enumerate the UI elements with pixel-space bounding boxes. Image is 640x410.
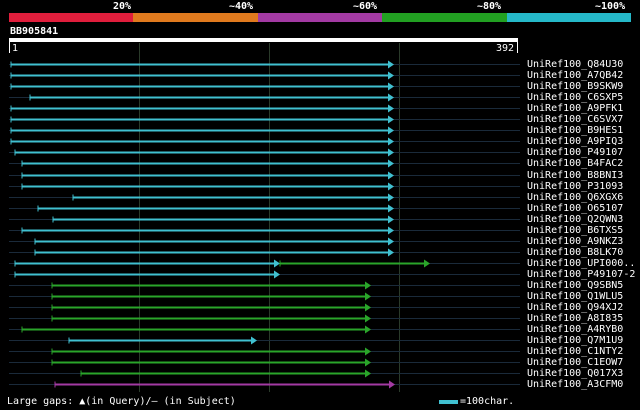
hit-end-arrow <box>388 148 394 157</box>
hit-alignment[interactable] <box>9 292 520 301</box>
hit-end-arrow <box>388 226 394 235</box>
hit-end-arrow <box>388 237 394 246</box>
hit-end-arrow <box>388 104 394 113</box>
hit-end-arrow <box>388 82 394 91</box>
hit-name-link[interactable]: UniRef100_Q94XJ2 <box>527 302 623 313</box>
hit-name-link[interactable]: UniRef100_Q7M1U9 <box>527 335 623 346</box>
hit-end-arrow <box>388 193 394 202</box>
hit-name-link[interactable]: UniRef100_Q017X3 <box>527 368 623 379</box>
hit-end-arrow <box>365 292 371 301</box>
hit-alignment[interactable] <box>9 204 520 213</box>
hit-alignment[interactable] <box>9 226 520 235</box>
hit-name-link[interactable]: UniRef100_Q9SBN5 <box>527 280 623 291</box>
hit-alignment[interactable] <box>9 171 520 180</box>
hit-end-arrow <box>365 314 371 323</box>
hit-name-link[interactable]: UniRef100_Q2QWN3 <box>527 214 623 225</box>
hit-end-arrow <box>388 126 394 135</box>
hit-alignment[interactable] <box>9 281 520 290</box>
scale-legend-text: =100char. <box>460 396 515 407</box>
hit-name-link[interactable]: UniRef100_C1NTY2 <box>527 346 623 357</box>
hit-alignment[interactable] <box>9 237 520 246</box>
hit-alignment[interactable] <box>9 93 520 102</box>
hit-name-link[interactable]: UniRef100_P49107-2 <box>527 269 635 280</box>
hit-name-link[interactable]: UniRef100_C1EOW7 <box>527 357 623 368</box>
scale-legend-bar <box>439 399 458 404</box>
hit-alignment[interactable] <box>9 347 520 356</box>
hit-end-arrow <box>388 215 394 224</box>
hit-end-arrow <box>365 358 371 367</box>
hit-end-arrow <box>251 336 257 345</box>
hit-name-link[interactable]: UniRef100_Q1WLU5 <box>527 291 623 302</box>
hit-alignment[interactable] <box>9 104 520 113</box>
hit-name-link[interactable]: UniRef100_A9NKZ3 <box>527 236 623 247</box>
hit-alignment[interactable] <box>9 126 520 135</box>
hit-list: UniRef100_Q84U30 UniRef100_A7QB42 UniRef10… <box>0 0 640 410</box>
hit-name-link[interactable]: UniRef100_O65107 <box>527 203 623 214</box>
hit-alignment[interactable] <box>9 60 520 69</box>
hit-name-link[interactable]: UniRef100_A3CFM0 <box>527 379 623 390</box>
hit-alignment[interactable] <box>9 380 520 389</box>
hit-name-link[interactable]: UniRef100_A8I835 <box>527 313 623 324</box>
hit-alignment[interactable] <box>9 336 520 345</box>
hit-alignment[interactable] <box>9 148 520 157</box>
hit-name-link[interactable]: UniRef100_B8LK70 <box>527 247 623 258</box>
hit-end-arrow <box>389 380 395 389</box>
hit-end-arrow <box>365 303 371 312</box>
hit-name-link[interactable]: UniRef100_B8BNI3 <box>527 170 623 181</box>
hit-end-arrow <box>365 347 371 356</box>
hit-end-arrow <box>274 270 280 279</box>
hit-name-link[interactable]: UniRef100_P31093 <box>527 181 623 192</box>
hit-end-arrow <box>365 281 371 290</box>
hit-alignment[interactable] <box>9 82 520 91</box>
hit-alignment[interactable] <box>9 71 520 80</box>
hit-alignment[interactable] <box>9 314 520 323</box>
hit-name-link[interactable]: UniRef100_Q6XGX6 <box>527 192 623 203</box>
hit-alignment[interactable] <box>9 215 520 224</box>
hit-end-arrow <box>388 115 394 124</box>
hit-name-link[interactable]: UniRef100_B6TXS5 <box>527 225 623 236</box>
hit-end-arrow <box>365 325 371 334</box>
hit-alignment[interactable] <box>9 259 520 268</box>
hit-name-link[interactable]: UniRef100_C6SVX7 <box>527 114 623 125</box>
hit-name-link[interactable]: UniRef100_A9PFK1 <box>527 103 623 114</box>
hit-name-link[interactable]: UniRef100_B9SKW9 <box>527 81 623 92</box>
hit-name-link[interactable]: UniRef100_C6SXP5 <box>527 92 623 103</box>
hit-alignment[interactable] <box>9 270 520 279</box>
hit-alignment[interactable] <box>9 137 520 146</box>
hit-name-link[interactable]: UniRef100_A7QB42 <box>527 70 623 81</box>
hit-name-link[interactable]: UniRef100_B4FAC2 <box>527 158 623 169</box>
hit-name-link[interactable]: UniRef100_A4RYB0 <box>527 324 623 335</box>
hit-end-arrow <box>274 259 280 268</box>
hit-alignment[interactable] <box>9 182 520 191</box>
hit-name-link[interactable]: UniRef100_A9PIQ3 <box>527 136 623 147</box>
hit-alignment[interactable] <box>9 303 520 312</box>
hit-end-arrow <box>388 182 394 191</box>
hit-alignment[interactable] <box>9 358 520 367</box>
hit-name-link[interactable]: UniRef100_Q84U30 <box>527 59 623 70</box>
hit-end-arrow <box>388 204 394 213</box>
hit-alignment[interactable] <box>9 115 520 124</box>
hit-end-arrow <box>388 248 394 257</box>
hit-name-link[interactable]: UniRef100_P49107 <box>527 147 623 158</box>
hit-alignment[interactable] <box>9 159 520 168</box>
hit-end-arrow <box>388 171 394 180</box>
hit-end-arrow <box>388 159 394 168</box>
hit-end-arrow <box>424 259 430 268</box>
hit-end-arrow <box>388 60 394 69</box>
gaps-legend: Large gaps: ▲(in Query)/— (in Subject) <box>7 396 236 407</box>
hit-alignment[interactable] <box>9 193 520 202</box>
hit-end-arrow <box>388 137 394 146</box>
hit-alignment[interactable] <box>9 248 520 257</box>
scale-legend: =100char. <box>439 396 514 407</box>
hit-alignment[interactable] <box>9 325 520 334</box>
hit-name-link[interactable]: UniRef100_UPI000.. <box>527 258 635 269</box>
hit-end-arrow <box>388 93 394 102</box>
hit-end-arrow <box>365 369 371 378</box>
hit-name-link[interactable]: UniRef100_B9HES1 <box>527 125 623 136</box>
hit-alignment[interactable] <box>9 369 520 378</box>
hit-end-arrow <box>388 71 394 80</box>
